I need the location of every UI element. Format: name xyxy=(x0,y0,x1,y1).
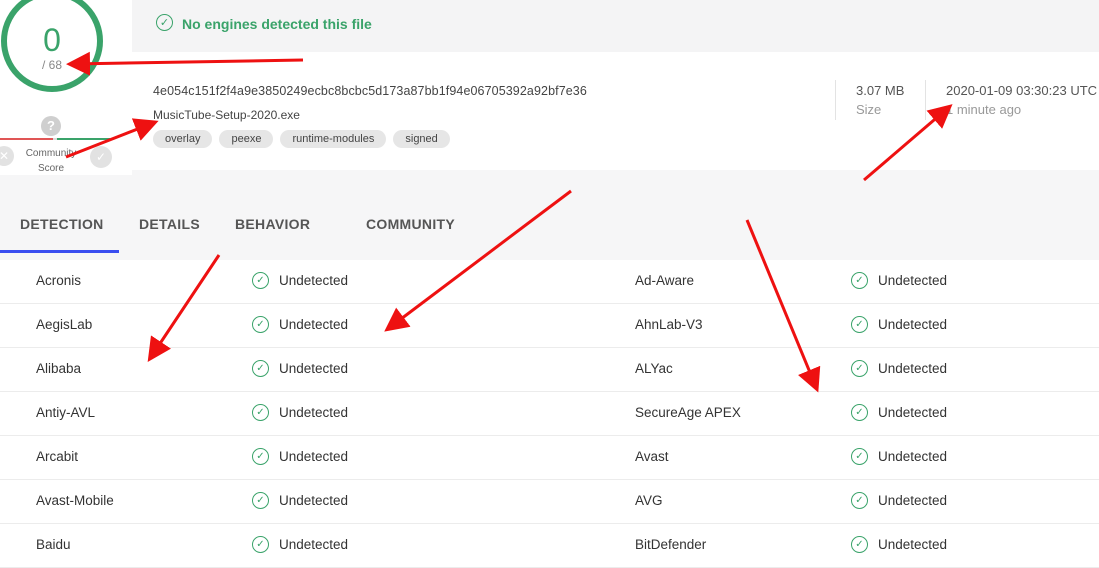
engine-name: Alibaba xyxy=(36,361,82,376)
engine-result: Undetected xyxy=(279,405,349,420)
table-row: AegisLab ✓ Undetected AhnLab-V3 ✓ Undete… xyxy=(0,304,1099,348)
tab-bar: DETECTION DETAILS BEHAVIOR COMMUNITY xyxy=(0,195,1099,254)
check-circle-icon: ✓ xyxy=(851,536,868,553)
engine-name: ALYac xyxy=(635,361,673,376)
engine-result: Undetected xyxy=(279,537,349,552)
check-circle-icon: ✓ xyxy=(851,360,868,377)
table-row: Arcabit ✓ Undetected Avast ✓ Undetected xyxy=(0,436,1099,480)
detection-score-ring: 0 / 68 xyxy=(1,0,103,92)
engine-name: Acronis xyxy=(36,273,82,288)
file-size-label: Size xyxy=(856,102,882,117)
check-circle-icon: ✓ xyxy=(851,316,868,333)
engine-name: AhnLab-V3 xyxy=(635,317,703,332)
detection-count: 0 xyxy=(43,22,61,58)
community-score-bar xyxy=(0,138,110,140)
file-hash[interactable]: 4e054c151f2f4a9e3850249ecbc8bcbc5d173a87… xyxy=(153,84,587,98)
engine-result: Undetected xyxy=(878,405,948,420)
tag-runtime-modules[interactable]: runtime-modules xyxy=(280,130,387,148)
result-banner: ✓ No engines detected this file xyxy=(132,0,1099,52)
engine-name: Arcabit xyxy=(36,449,79,464)
thumbs-down-icon[interactable]: ✕ xyxy=(0,146,14,166)
check-circle-icon: ✓ xyxy=(252,492,269,509)
community-score-label: Community Score xyxy=(25,148,77,174)
file-tags: overlay peexe runtime-modules signed xyxy=(153,130,450,148)
score-panel: 0 / 68 ? ✕ Community Score ✓ xyxy=(0,0,132,175)
engine-name: Avast-Mobile xyxy=(36,493,114,508)
file-name: MusicTube-Setup-2020.exe xyxy=(153,108,300,122)
tag-peexe[interactable]: peexe xyxy=(219,130,274,148)
check-circle-icon: ✓ xyxy=(252,536,269,553)
active-tab-indicator xyxy=(0,250,119,253)
engine-result: Undetected xyxy=(878,361,948,376)
tab-details[interactable]: DETAILS xyxy=(139,216,200,232)
tag-overlay[interactable]: overlay xyxy=(153,130,213,148)
engine-name: SecureAge APEX xyxy=(635,405,741,420)
divider xyxy=(835,80,836,120)
detection-table: Acronis ✓ Undetected Ad-Aware ✓ Undetect… xyxy=(0,260,1099,568)
question-icon: ? xyxy=(41,116,61,136)
check-circle-icon: ✓ xyxy=(252,272,269,289)
engine-result: Undetected xyxy=(279,493,349,508)
file-info-panel: 4e054c151f2f4a9e3850249ecbc8bcbc5d173a87… xyxy=(132,52,1099,170)
engine-result: Undetected xyxy=(878,273,948,288)
tab-behavior[interactable]: BEHAVIOR xyxy=(235,216,310,232)
tab-detection[interactable]: DETECTION xyxy=(20,216,104,232)
engine-total: / 68 xyxy=(41,58,62,72)
check-circle-icon: ✓ xyxy=(851,448,868,465)
engine-name: BitDefender xyxy=(635,537,707,552)
table-row: Baidu ✓ Undetected BitDefender ✓ Undetec… xyxy=(0,524,1099,568)
scan-date-relative: 1 minute ago xyxy=(946,102,1022,117)
tab-community[interactable]: COMMUNITY xyxy=(366,216,455,232)
banner-text: No engines detected this file xyxy=(182,16,372,32)
community-score: ? ✕ Community Score ✓ xyxy=(0,110,120,180)
check-circle-icon: ✓ xyxy=(851,492,868,509)
table-row: Avast-Mobile ✓ Undetected AVG ✓ Undetect… xyxy=(0,480,1099,524)
table-row: Alibaba ✓ Undetected ALYac ✓ Undetected xyxy=(0,348,1099,392)
engine-result: Undetected xyxy=(878,449,948,464)
table-row: Antiy-AVL ✓ Undetected SecureAge APEX ✓ … xyxy=(0,392,1099,436)
engine-name: Baidu xyxy=(36,537,71,552)
check-circle-icon: ✓ xyxy=(851,404,868,421)
engine-name: AegisLab xyxy=(36,317,93,332)
engine-name: Avast xyxy=(635,449,669,464)
engine-result: Undetected xyxy=(279,317,349,332)
engine-result: Undetected xyxy=(279,361,349,376)
engine-name: AVG xyxy=(635,493,663,508)
check-circle-icon: ✓ xyxy=(252,316,269,333)
divider xyxy=(925,80,926,120)
check-circle-icon: ✓ xyxy=(252,448,269,465)
check-circle-icon: ✓ xyxy=(252,404,269,421)
check-circle-icon: ✓ xyxy=(156,14,173,31)
thumbs-up-icon[interactable]: ✓ xyxy=(90,146,112,168)
scan-date-value: 2020-01-09 03:30:23 UTC xyxy=(946,83,1098,98)
engine-result: Undetected xyxy=(878,537,948,552)
tag-signed[interactable]: signed xyxy=(393,130,450,148)
engine-name: Antiy-AVL xyxy=(36,405,96,420)
engine-result: Undetected xyxy=(878,493,948,508)
check-circle-icon: ✓ xyxy=(252,360,269,377)
file-size-value: 3.07 MB xyxy=(856,83,905,98)
engine-result: Undetected xyxy=(878,317,948,332)
engine-result: Undetected xyxy=(279,449,349,464)
engine-result: Undetected xyxy=(279,273,349,288)
table-row: Acronis ✓ Undetected Ad-Aware ✓ Undetect… xyxy=(0,260,1099,304)
check-circle-icon: ✓ xyxy=(851,272,868,289)
engine-name: Ad-Aware xyxy=(635,273,695,288)
